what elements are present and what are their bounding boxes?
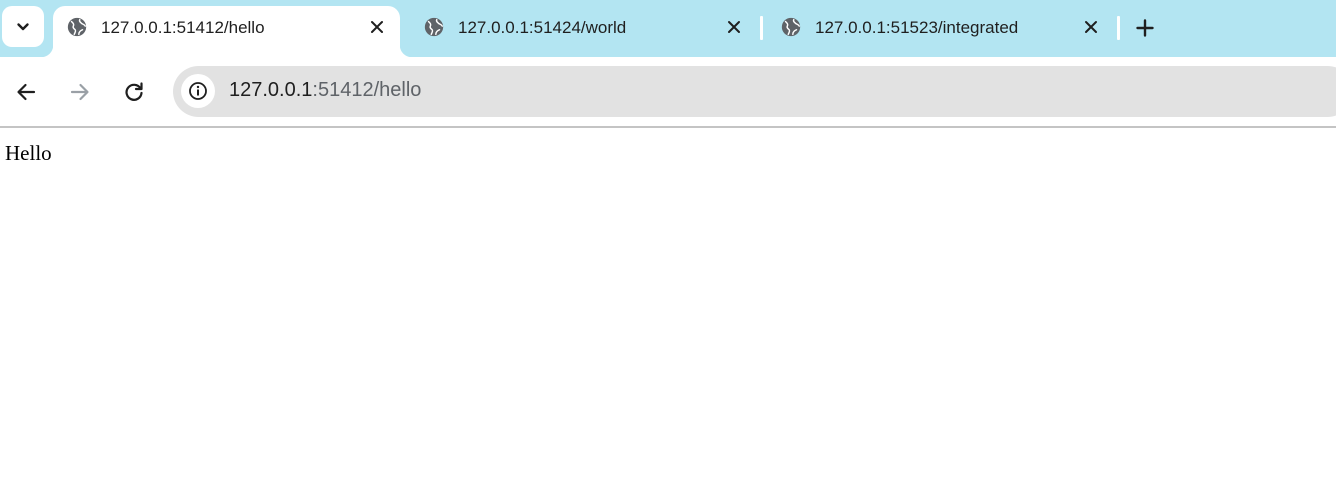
- page-content: Hello: [5, 141, 52, 166]
- tab-search-button[interactable]: [2, 6, 44, 47]
- info-icon: [189, 82, 207, 100]
- new-tab-button[interactable]: [1133, 16, 1157, 40]
- url-text[interactable]: 127.0.0.1:51412/hello: [229, 79, 421, 102]
- tab-separator: [1117, 16, 1120, 40]
- plus-icon: [1136, 19, 1154, 37]
- close-icon: [371, 21, 383, 33]
- chevron-down-icon: [17, 22, 29, 30]
- globe-icon: [424, 17, 444, 37]
- close-tab-button[interactable]: [724, 17, 744, 37]
- tab-title: 127.0.0.1:51412/hello: [101, 18, 265, 37]
- close-icon: [728, 21, 740, 33]
- toolbar-divider: [0, 126, 1336, 128]
- close-icon: [1085, 21, 1097, 33]
- address-bar[interactable]: 127.0.0.1:51412/hello: [173, 66, 1336, 117]
- tab-hello[interactable]: 127.0.0.1:51412/hello: [41, 6, 412, 57]
- reload-button[interactable]: [121, 79, 147, 105]
- back-button[interactable]: [13, 79, 39, 105]
- page-text: Hello: [5, 141, 52, 165]
- tab-separator: [760, 16, 763, 40]
- tab-title: 127.0.0.1:51523/integrated: [815, 18, 1019, 37]
- forward-arrow-icon: [70, 83, 89, 101]
- globe-icon: [781, 17, 801, 37]
- tab-strip: 127.0.0.1:51412/hello 127.0.0.1:51424/wo…: [0, 0, 1336, 57]
- site-info-button[interactable]: [181, 74, 215, 108]
- tab-world[interactable]: 127.0.0.1:51424/world: [410, 6, 757, 57]
- tab-title: 127.0.0.1:51424/world: [458, 18, 627, 37]
- tab-integrated[interactable]: 127.0.0.1:51523/integrated: [767, 6, 1114, 57]
- close-tab-button[interactable]: [367, 17, 387, 37]
- url-host: 127.0.0.1: [229, 79, 313, 101]
- close-tab-button[interactable]: [1081, 17, 1101, 37]
- forward-button[interactable]: [67, 79, 93, 105]
- url-path: :51412/hello: [312, 79, 422, 101]
- back-arrow-icon: [17, 83, 36, 101]
- reload-icon: [125, 82, 143, 101]
- browser-toolbar: 127.0.0.1:51412/hello: [0, 57, 1336, 126]
- globe-icon: [67, 17, 87, 37]
